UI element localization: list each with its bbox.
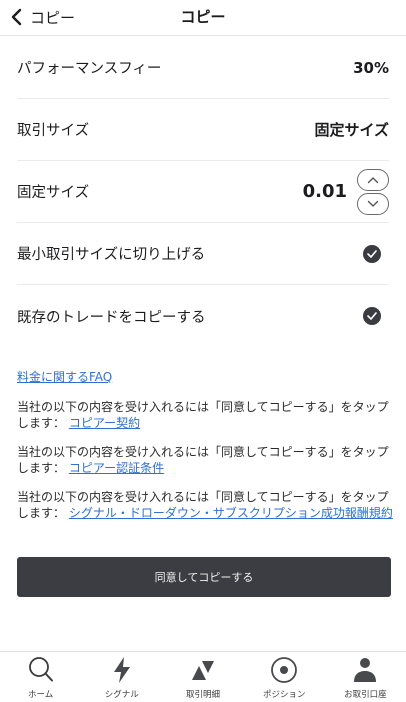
page-title: コピー [180, 8, 226, 26]
tab-trade-history[interactable]: 取引明細 [162, 652, 243, 702]
tab-signals-label: シグナル [104, 690, 139, 700]
lightning-icon [107, 655, 137, 685]
fixed-size-stepper [357, 169, 389, 215]
round-up-label: 最小取引サイズに切り上げる [17, 247, 206, 263]
performance-fee-row: パフォーマンスフィー 30% [17, 37, 389, 99]
tab-home[interactable]: ホーム [0, 652, 81, 702]
chevron-down-icon [367, 200, 379, 207]
round-up-checkbox[interactable] [363, 244, 381, 263]
person-icon [350, 655, 380, 685]
bottom-tab-bar: ホーム シグナル 取引明細 ポジション お取引口座 [0, 651, 406, 702]
checkmark-icon [367, 312, 377, 320]
copy-existing-checkbox[interactable] [363, 307, 381, 325]
tab-positions-label: ポジション [262, 690, 306, 700]
terms-paragraph: 当社の以下の内容を受け入れるには「同意してコピーする」をタップします： シグナル… [17, 490, 393, 521]
tab-positions[interactable]: ポジション [244, 652, 325, 702]
copy-existing-row[interactable]: 既存のトレードをコピーする [17, 285, 389, 347]
terms-paragraph: 当社の以下の内容を受け入れるには「同意してコピーする」をタップします： コピアー… [17, 400, 393, 431]
performance-fee-value: 30% [353, 58, 389, 77]
header: コピー コピー [0, 0, 406, 36]
fixed-size-row: 固定サイズ 0.01 [17, 161, 389, 223]
up-down-triangles-icon [188, 655, 218, 685]
chevron-up-icon [367, 177, 379, 184]
increment-button[interactable] [357, 169, 389, 191]
fixed-size-value[interactable]: 0.01 [303, 181, 347, 202]
copy-existing-label: 既存のトレードをコピーする [17, 309, 206, 326]
agree-and-copy-button[interactable]: 同意してコピーする [17, 557, 391, 597]
tab-account[interactable]: お取引口座 [325, 652, 406, 702]
tab-home-label: ホーム [27, 690, 54, 700]
trade-size-label: 取引サイズ [17, 123, 90, 139]
tab-signals[interactable]: シグナル [81, 652, 162, 702]
decrement-button[interactable] [357, 193, 389, 215]
copier-auth-terms-link[interactable]: コピアー認証条件 [69, 461, 164, 475]
checkmark-icon [367, 249, 377, 258]
target-circle-icon [269, 655, 299, 685]
subscription-terms-link[interactable]: シグナル・ドローダウン・サブスクリプション成功報酬規約 [69, 506, 393, 520]
tab-trade-history-label: 取引明細 [186, 690, 221, 700]
search-icon [26, 655, 56, 685]
trade-size-row[interactable]: 取引サイズ 固定サイズ [17, 99, 389, 161]
tab-account-label: お取引口座 [344, 690, 387, 700]
fixed-size-label: 固定サイズ [17, 185, 90, 201]
terms-paragraph: 当社の以下の内容を受け入れるには「同意してコピーする」をタップします： コピアー… [17, 445, 393, 476]
fee-faq-link[interactable]: 料金に関するFAQ [17, 368, 112, 385]
performance-fee-label: パフォーマンスフィー [17, 61, 162, 77]
round-up-row[interactable]: 最小取引サイズに切り上げる [17, 223, 389, 285]
settings-list: パフォーマンスフィー 30% 取引サイズ 固定サイズ 固定サイズ 0.01 最小… [17, 37, 389, 347]
copier-agreement-link[interactable]: コピアー契約 [69, 416, 140, 430]
trade-size-value[interactable]: 固定サイズ [314, 119, 389, 140]
